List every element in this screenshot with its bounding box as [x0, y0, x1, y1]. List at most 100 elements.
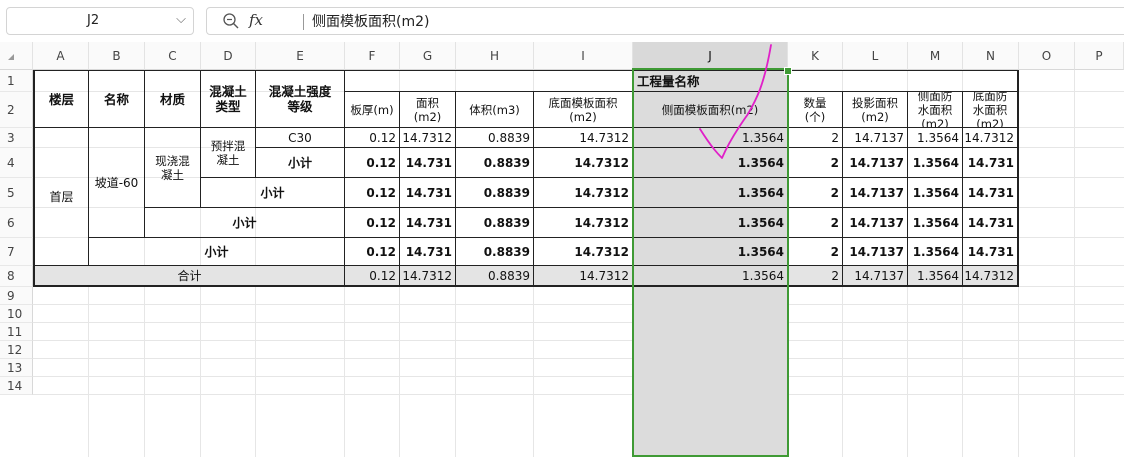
value-cell[interactable]: 14.7312 — [534, 208, 633, 238]
name-box[interactable]: J2 ⌵ — [6, 7, 194, 35]
value-cell[interactable]: 14.731 — [963, 208, 1019, 238]
value-cell[interactable]: 2 — [788, 128, 843, 148]
value-cell[interactable]: 1.3564 — [908, 148, 963, 178]
value-cell[interactable]: 2 — [788, 266, 843, 287]
column-header-I[interactable]: I — [534, 42, 633, 70]
value-cell[interactable]: 0.8839 — [456, 178, 534, 208]
row-header-14[interactable]: 14 — [0, 377, 33, 395]
row-header-5[interactable]: 5 — [0, 178, 33, 208]
value-cell[interactable]: 14.731 — [400, 148, 456, 178]
column-header-F[interactable]: F — [345, 42, 400, 70]
value-cell[interactable]: 14.731 — [963, 238, 1019, 266]
value-cell[interactable]: 14.731 — [963, 178, 1019, 208]
header-side-formwork[interactable]: 侧面模板面积(m2) — [633, 92, 788, 128]
cell-subtotal[interactable]: 小计 — [201, 178, 345, 208]
value-cell[interactable]: 14.7137 — [843, 148, 908, 178]
header-name[interactable]: 名称 — [89, 70, 145, 128]
cell-floor[interactable]: 首层 — [33, 128, 89, 266]
header-area[interactable]: 面积 (m2) — [400, 92, 456, 128]
chevron-down-icon[interactable]: ⌵ — [176, 12, 186, 27]
header-volume[interactable]: 体积(m3) — [456, 92, 534, 128]
column-header-P[interactable]: P — [1075, 42, 1124, 70]
cell-strength[interactable]: C30 — [256, 128, 345, 148]
cell-material[interactable]: 现浇混 凝土 — [145, 128, 201, 208]
zoom-icon[interactable] — [221, 11, 241, 31]
value-cell[interactable]: 14.7137 — [843, 238, 908, 266]
row-header-8[interactable]: 8 — [0, 266, 33, 287]
cell-reference[interactable]: J2 — [87, 13, 99, 28]
column-header-O[interactable]: O — [1019, 42, 1075, 70]
column-header-C[interactable]: C — [145, 42, 201, 70]
value-cell[interactable]: 1.3564 — [908, 238, 963, 266]
header-blank[interactable] — [345, 70, 633, 92]
value-cell[interactable]: 2 — [788, 238, 843, 266]
value-cell[interactable]: 14.731 — [400, 208, 456, 238]
value-cell[interactable]: 0.12 — [345, 128, 400, 148]
value-cell[interactable]: 14.7137 — [843, 128, 908, 148]
column-header-K[interactable]: K — [788, 42, 843, 70]
header-floor[interactable]: 楼层 — [33, 70, 89, 128]
value-cell[interactable]: 1.3564 — [908, 266, 963, 287]
header-material[interactable]: 材质 — [145, 70, 201, 128]
column-header-D[interactable]: D — [201, 42, 256, 70]
column-header-L[interactable]: L — [843, 42, 908, 70]
formula-input[interactable]: 侧面模板面积(m2) — [312, 11, 429, 31]
row-header-13[interactable]: 13 — [0, 359, 33, 377]
value-cell[interactable]: 1.3564 — [633, 178, 788, 208]
row-header-1[interactable]: 1 — [0, 70, 33, 92]
value-cell[interactable]: 14.7312 — [534, 148, 633, 178]
value-cell[interactable]: 2 — [788, 208, 843, 238]
cell-name[interactable]: 坡道-60 — [89, 128, 145, 238]
value-cell[interactable]: 1.3564 — [908, 178, 963, 208]
value-cell[interactable]: 14.7312 — [963, 128, 1019, 148]
column-header-H[interactable]: H — [456, 42, 534, 70]
header-quantity-name[interactable]: 工程量名称 — [633, 70, 788, 92]
row-header-3[interactable]: 3 — [0, 128, 33, 148]
row-header-6[interactable]: 6 — [0, 208, 33, 238]
row-header-12[interactable]: 12 — [0, 341, 33, 359]
value-cell[interactable]: 14.7312 — [534, 178, 633, 208]
value-cell[interactable]: 14.7137 — [843, 208, 908, 238]
header-blank[interactable] — [788, 70, 1019, 92]
column-header-G[interactable]: G — [400, 42, 456, 70]
cell-concrete-type[interactable]: 预拌混 凝土 — [201, 128, 256, 178]
spreadsheet-grid[interactable]: ABCDEFGHIJKLMNOP 1 2 3 4 5 6 7 8 9 10 11 12 13 14 楼层名… — [0, 42, 1124, 457]
header-concrete-type[interactable]: 混凝土 类型 — [201, 70, 256, 128]
value-cell[interactable]: 14.7312 — [534, 238, 633, 266]
value-cell[interactable]: 14.731 — [963, 148, 1019, 178]
cell-subtotal[interactable]: 小计 — [89, 238, 345, 266]
value-cell[interactable]: 1.3564 — [633, 208, 788, 238]
row-header-2[interactable]: 2 — [0, 92, 33, 128]
value-cell[interactable]: 0.12 — [345, 208, 400, 238]
header-quantity[interactable]: 数量 (个) — [788, 92, 843, 128]
value-cell[interactable]: 1.3564 — [633, 148, 788, 178]
value-cell[interactable]: 1.3564 — [908, 128, 963, 148]
value-cell[interactable]: 14.7137 — [843, 178, 908, 208]
header-bottom-formwork[interactable]: 底面模板面积 (m2) — [534, 92, 633, 128]
row-header-9[interactable]: 9 — [0, 287, 33, 305]
row-header-4[interactable]: 4 — [0, 148, 33, 178]
column-header-N[interactable]: N — [963, 42, 1019, 70]
column-header-M[interactable]: M — [908, 42, 963, 70]
value-cell[interactable]: 0.12 — [345, 178, 400, 208]
value-cell[interactable]: 14.7312 — [534, 266, 633, 287]
value-cell[interactable]: 14.7312 — [963, 266, 1019, 287]
value-cell[interactable]: 0.12 — [345, 238, 400, 266]
column-header-E[interactable]: E — [256, 42, 345, 70]
fx-icon[interactable]: fx — [249, 11, 263, 29]
value-cell[interactable]: 0.12 — [345, 266, 400, 287]
value-cell[interactable]: 0.8839 — [456, 208, 534, 238]
header-strength[interactable]: 混凝土强度 等级 — [256, 70, 345, 128]
header-bottom-waterproof[interactable]: 底面防 水面积 (m2) — [963, 92, 1019, 128]
header-side-waterproof[interactable]: 侧面防 水面积 (m2) — [908, 92, 963, 128]
header-slab-thickness[interactable]: 板厚(m) — [345, 92, 400, 128]
row-header-7[interactable]: 7 — [0, 238, 33, 266]
value-cell[interactable]: 0.8839 — [456, 266, 534, 287]
value-cell[interactable]: 0.8839 — [456, 148, 534, 178]
selection-handle[interactable] — [784, 67, 792, 75]
row-header-10[interactable]: 10 — [0, 305, 33, 323]
select-all-corner[interactable] — [0, 42, 33, 70]
value-cell[interactable]: 1.3564 — [908, 208, 963, 238]
value-cell[interactable]: 1.3564 — [633, 238, 788, 266]
value-cell[interactable]: 14.7312 — [400, 128, 456, 148]
